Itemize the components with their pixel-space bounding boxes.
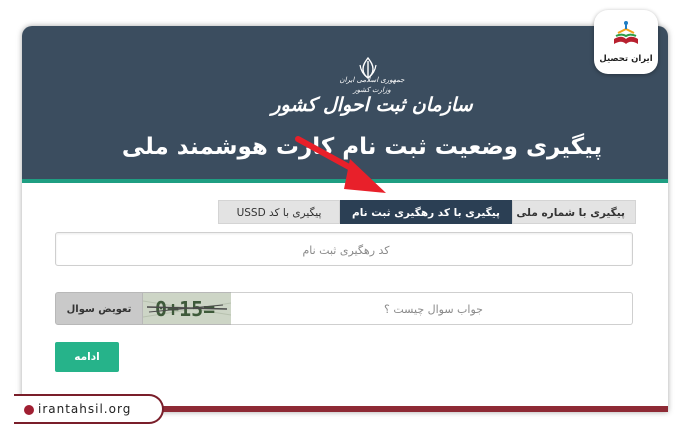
tab-ussd[interactable]: پیگیری با کد USSD — [218, 200, 340, 224]
brand-name: ایران تحصیل — [599, 54, 653, 64]
ministry-name: وزارت کشور — [353, 86, 391, 94]
website-url: irantahsil.org — [38, 402, 132, 416]
registration-tracking-page: جمهوری اسلامی ایران وزارت کشور سازمان ثب… — [22, 26, 668, 412]
captcha-row: تعویض سوال 0+15= — [55, 292, 636, 326]
captcha-answer-input[interactable] — [231, 293, 636, 326]
book-graduation-logo-icon — [614, 21, 638, 44]
tracking-code-field — [55, 232, 636, 267]
captcha-image: 0+15= — [143, 292, 231, 325]
change-question-button[interactable]: تعویض سوال — [55, 292, 143, 325]
brand-badge: ایران تحصیل — [594, 10, 658, 74]
organization-name: سازمان ثبت احوال کشور — [271, 94, 473, 116]
government-name: جمهوری اسلامی ایران — [339, 76, 405, 84]
tracking-method-tabs: پیگیری با کد USSD پیگیری با کد رهگیری ثب… — [218, 200, 636, 224]
red-arrow-annotation — [295, 136, 386, 193]
captcha-graphic: 0+15= — [143, 293, 231, 324]
globe-icon — [24, 405, 34, 415]
tab-national-id[interactable]: پیگیری با شماره ملی — [512, 200, 636, 224]
tracking-code-input[interactable] — [56, 233, 636, 267]
captcha-answer-field — [231, 292, 636, 326]
tab-tracking-code[interactable]: پیگیری با کد رهگیری ثبت نام — [340, 200, 512, 224]
website-url-pill: irantahsil.org — [14, 394, 164, 424]
continue-button[interactable]: ادامه — [55, 342, 119, 372]
